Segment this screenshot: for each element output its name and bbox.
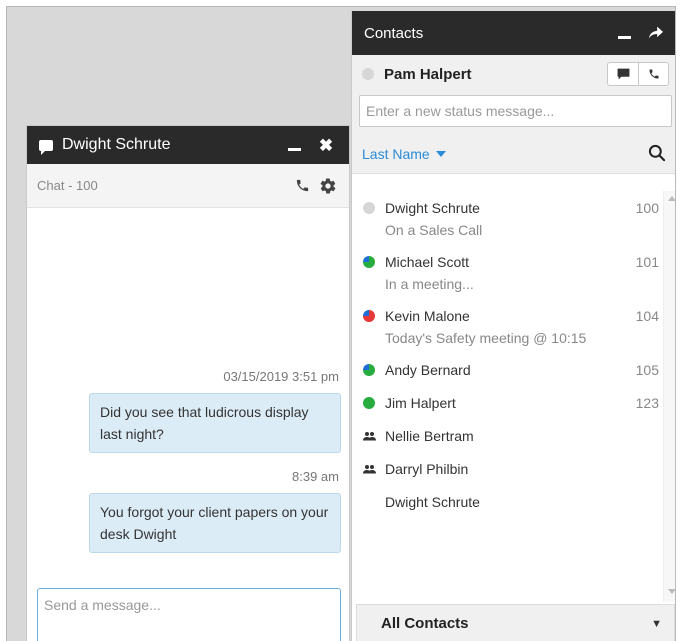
status-wrap — [352, 93, 675, 134]
contact-name: Dwight Schrute — [385, 494, 480, 510]
message-timestamp: 8:39 am — [292, 469, 339, 484]
status-message-input[interactable] — [359, 95, 672, 127]
scroll-up-icon[interactable] — [668, 196, 675, 201]
contact-status: In a meeting... — [385, 276, 474, 292]
contact-item[interactable]: Jim Halpert 123 — [352, 392, 663, 414]
contact-list-scrollbar[interactable] — [663, 191, 675, 602]
chat-extension-label: Chat - 100 — [37, 178, 98, 193]
call-button[interactable] — [291, 175, 313, 197]
group-icon — [362, 465, 376, 474]
chat-message: You forgot your client papers on your de… — [89, 493, 341, 553]
minimize-icon — [617, 35, 631, 39]
contact-extension: 100 — [635, 200, 659, 216]
message-timestamp: 03/15/2019 3:51 pm — [223, 369, 339, 384]
contact-extension: 104 — [635, 308, 659, 324]
phone-icon — [296, 179, 308, 192]
close-icon: ✖ — [318, 135, 334, 155]
gear-icon — [320, 178, 336, 193]
contact-name: Kevin Malone — [385, 308, 470, 324]
contact-item[interactable]: Kevin Malone 104 Today's Safety meeting @… — [352, 305, 663, 349]
chat-title: Dwight Schrute — [62, 136, 171, 153]
contact-item[interactable]: Darryl Philbin — [352, 458, 663, 480]
chat-message: Did you see that ludicrous display last … — [89, 393, 341, 453]
caret-down-icon — [435, 150, 446, 157]
my-actions — [607, 62, 669, 86]
group-icon — [362, 432, 376, 441]
contacts-panel: Contacts Pam Halpert Last Name — [351, 11, 675, 641]
popout-contacts-button[interactable] — [645, 25, 667, 42]
presence-indicator — [363, 310, 375, 322]
contact-list: Dwight Schrute 100 On a Sales Call Michae… — [352, 191, 675, 602]
share-arrow-icon — [649, 26, 663, 38]
contacts-header: Contacts — [352, 11, 675, 55]
close-chat-button[interactable]: ✖ — [315, 137, 337, 154]
chat-settings-button[interactable] — [317, 175, 339, 197]
phone-icon — [649, 69, 658, 79]
compose-box — [37, 588, 341, 641]
my-call-button[interactable] — [638, 63, 668, 85]
chat-bubble-icon — [617, 68, 629, 80]
chat-header: Dwight Schrute ✖ — [27, 126, 349, 164]
contact-status: On a Sales Call — [385, 222, 483, 238]
message-input[interactable] — [38, 589, 340, 621]
contact-name: Darryl Philbin — [385, 461, 469, 477]
my-presence-row: Pam Halpert — [352, 55, 675, 93]
sort-dropdown[interactable]: Last Name — [362, 146, 647, 162]
presence-indicator — [363, 256, 375, 268]
contact-name: Andy Bernard — [385, 362, 471, 378]
presence-indicator — [363, 364, 375, 376]
chat-subheader: Chat - 100 — [27, 164, 349, 208]
my-name: Pam Halpert — [384, 65, 472, 83]
contact-filter-label: All Contacts — [381, 615, 469, 632]
chat-bubble-icon — [39, 139, 53, 155]
contact-item[interactable]: Michael Scott 101 In a meeting... — [352, 251, 663, 295]
presence-indicator — [363, 397, 375, 409]
contact-name: Dwight Schrute — [385, 200, 480, 216]
presence-indicator — [362, 68, 374, 80]
contact-name: Michael Scott — [385, 254, 470, 270]
contact-name: Nellie Bertram — [385, 428, 474, 444]
sort-bar: Last Name — [352, 134, 675, 174]
sort-label: Last Name — [362, 145, 430, 162]
message-history[interactable]: 03/15/2019 3:51 pm Did you see that ludi… — [27, 209, 349, 586]
contact-extension: 123 — [635, 395, 659, 411]
contact-extension: 105 — [635, 362, 659, 378]
contact-item[interactable]: Dwight Schrute — [352, 491, 663, 513]
contacts-title: Contacts — [364, 24, 424, 42]
chat-window: Dwight Schrute ✖ Chat - 100 03/15/2019 3… — [26, 125, 350, 641]
search-icon — [648, 144, 666, 161]
contact-item[interactable]: Dwight Schrute 100 On a Sales Call — [352, 197, 663, 241]
presence-indicator — [363, 202, 375, 214]
scroll-down-icon[interactable] — [668, 589, 675, 594]
caret-down-icon: ▼ — [651, 617, 662, 630]
search-button[interactable] — [647, 143, 669, 165]
minimize-icon — [287, 147, 301, 151]
contact-item[interactable]: Andy Bernard 105 — [352, 359, 663, 381]
minimize-contacts-button[interactable] — [613, 25, 635, 42]
contact-filter-dropdown[interactable]: All Contacts ▼ — [356, 604, 675, 641]
contact-extension: 101 — [635, 254, 659, 270]
contact-item[interactable]: Nellie Bertram — [352, 425, 663, 447]
app-background: Dwight Schrute ✖ Chat - 100 03/15/2019 3… — [6, 6, 676, 641]
contact-status: Today's Safety meeting @ 10:15 — [385, 330, 587, 346]
my-chat-button[interactable] — [608, 63, 638, 85]
minimize-chat-button[interactable] — [283, 137, 305, 154]
contact-name: Jim Halpert — [385, 395, 456, 411]
